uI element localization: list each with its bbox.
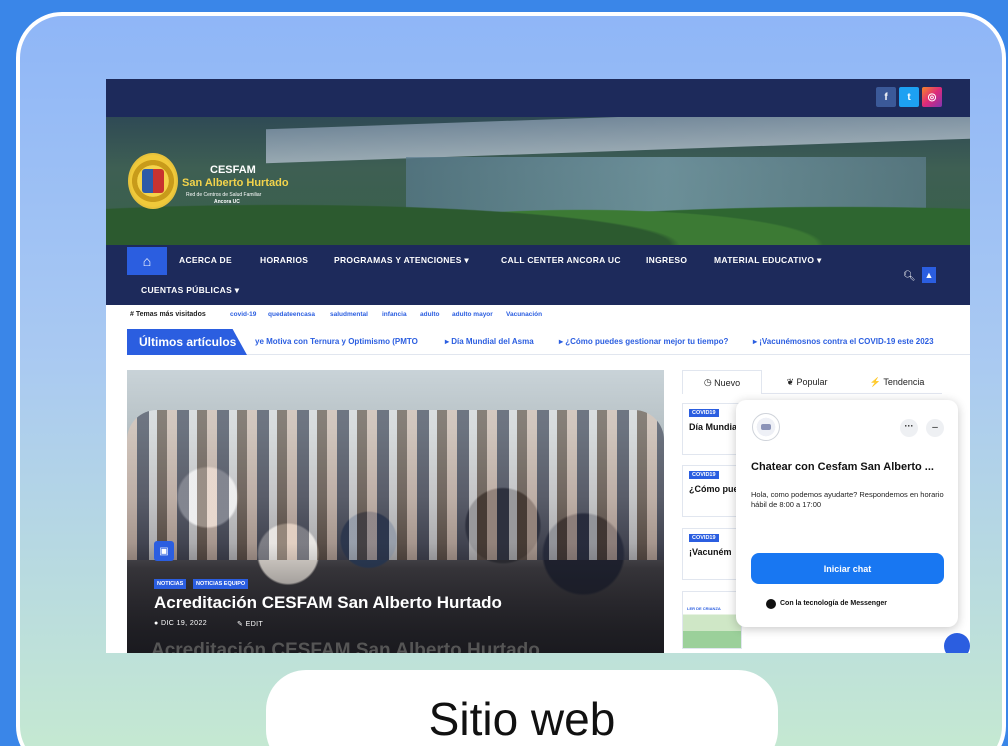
post-date: ● DIC 19, 2022 (154, 620, 208, 627)
main-nav: ⌂ ACERCA DE HORARIOS PROGRAMAS Y ATENCIO… (106, 245, 970, 305)
nav-item-call-center[interactable]: CALL CENTER ANCORA UC (501, 255, 621, 265)
topic-tag[interactable]: saludmental (330, 311, 368, 318)
sidebar-post-title: ¿Cómo pue (689, 484, 739, 494)
chat-message: Hola, como podemos ayudarte? Respondemos… (751, 490, 944, 509)
cesfam-logo[interactable] (128, 153, 178, 209)
ticker-item[interactable]: ▸ ¡Vacunémosnos contra el COVID-19 este … (753, 337, 934, 346)
tab-tendencia[interactable]: ⚡ Tendencia (852, 370, 942, 394)
nav-item-cuentas[interactable]: CUENTAS PÚBLICAS ▾ (141, 285, 239, 296)
topic-tag[interactable]: adulto (420, 311, 440, 318)
ghost-title: Acreditación CESFAM San Alberto Hurtado (151, 640, 540, 653)
sidebar-post-title: Día Mundia (689, 422, 738, 432)
nav-item-programas[interactable]: PROGRAMAS Y ATENCIONES ▾ (334, 255, 469, 266)
staff-group (127, 410, 664, 560)
featured-title[interactable]: Acreditación CESFAM San Alberto Hurtado (154, 593, 502, 613)
category-badge: COVID19 (689, 409, 719, 417)
sidebar-post-title: ¡Vacuném (689, 547, 732, 557)
camera-icon[interactable]: ▣ (154, 541, 174, 561)
brand-network: Red de Centros de Salud Familiar (186, 192, 262, 198)
topic-tag[interactable]: quedateencasa (268, 311, 315, 318)
avatar (752, 413, 780, 441)
topic-tag[interactable]: Vacunación (506, 311, 542, 318)
topic-tag[interactable]: covid-19 (230, 311, 256, 318)
ticker-label: Últimos artículos (127, 329, 247, 355)
brand-name: CESFAM (210, 164, 256, 176)
nav-item-material[interactable]: MATERIAL EDUCATIVO ▾ (714, 255, 822, 266)
hero-banner: CESFAM San Alberto Hurtado Red de Centro… (106, 117, 970, 245)
home-icon[interactable]: ⌂ (127, 247, 167, 275)
caption-text: Sitio web (428, 693, 616, 745)
ticker-item[interactable]: ▸ ¿Cómo puedes gestionar mejor tu tiempo… (559, 337, 728, 346)
start-chat-button[interactable]: Iniciar chat (751, 553, 944, 584)
top-bar: f t ◎ (106, 79, 970, 117)
edit-link[interactable]: ✎ EDIT (237, 620, 263, 628)
slide-card: f t ◎ CESFAM San Alberto Hurtado Red de … (16, 12, 1006, 746)
more-options-icon[interactable]: ··· (900, 419, 918, 437)
category-badge: COVID19 (689, 534, 719, 542)
minimize-icon[interactable]: – (926, 419, 944, 437)
featured-photo[interactable]: ▣ NOTICIAS NOTICIAS EQUIPO Acreditación … (127, 370, 664, 653)
messenger-icon (766, 599, 776, 609)
topic-tag[interactable]: adulto mayor (452, 311, 493, 318)
ticker-item[interactable]: ye Motiva con Ternura y Optimismo (PMTO (255, 337, 418, 346)
category-badge[interactable]: NOTICIAS (154, 579, 187, 589)
scroll-top-button[interactable] (944, 633, 970, 653)
chat-title: Chatear con Cesfam San Alberto ... (751, 461, 934, 473)
topic-tag[interactable]: infancia (382, 311, 407, 318)
sidebar-tabs: ◷ Nuevo ❦ Popular ⚡ Tendencia (682, 370, 942, 394)
caption-pill: Sitio web (266, 670, 778, 746)
bell-icon[interactable]: ▲ (922, 267, 936, 283)
messenger-chat-widget: ··· – Chatear con Cesfam San Alberto ...… (736, 400, 958, 627)
powered-by-text: Con la tecnología de Messenger (780, 600, 887, 607)
brand-ancora: Ancora UC (214, 199, 240, 205)
topics-label: # Temas más visitados (130, 311, 206, 318)
category-badge[interactable]: NOTICIAS EQUIPO (193, 579, 249, 589)
instagram-icon[interactable]: ◎ (922, 87, 942, 107)
tab-nuevo[interactable]: ◷ Nuevo (682, 370, 762, 394)
search-icon[interactable]: 🔍︎ (903, 271, 916, 282)
tab-popular[interactable]: ❦ Popular (762, 370, 852, 394)
latest-articles-ticker: Últimos artículos ye Motiva con Ternura … (127, 329, 970, 355)
nav-item-horarios[interactable]: HORARIOS (260, 255, 308, 265)
facebook-icon[interactable]: f (876, 87, 896, 107)
ticker-item[interactable]: ▸ Día Mundial del Asma (445, 337, 534, 346)
website-screenshot: f t ◎ CESFAM San Alberto Hurtado Red de … (106, 79, 970, 653)
brand-subtitle: San Alberto Hurtado (182, 177, 289, 189)
category-badge: COVID19 (689, 471, 719, 479)
nav-item-acerca[interactable]: ACERCA DE (179, 255, 232, 265)
twitter-icon[interactable]: t (899, 87, 919, 107)
sidebar-thumbnail[interactable]: LER DE CRIANZA (682, 591, 742, 649)
nav-item-ingreso[interactable]: INGRESO (646, 255, 687, 265)
